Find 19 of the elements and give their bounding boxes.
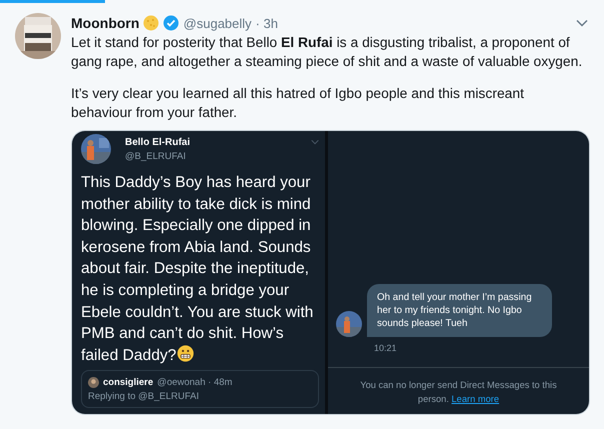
replying-to-text: Replying to @B_ELRUFAI (88, 391, 200, 402)
tweet-time[interactable]: · 3h (256, 16, 278, 30)
message-time: 10:21 (374, 343, 398, 353)
cookie-icon (143, 15, 160, 31)
author-handle[interactable]: @sugabelly (183, 16, 252, 30)
learn-more-link[interactable]: Learn more (452, 394, 500, 404)
author-handle: @oewonah · 48m (157, 377, 232, 388)
tweet-text: This Daddy’s Boy has heard your mother ability to take dick is mind blowing. Especially one dipped in kerosene from Abia land. Sounds about fair. Despite the ineptitude, he is completing a bridge your Ebele couldn’t. You are stuck with PMB and can’t do shit. How’s failed Daddy? (81, 173, 314, 366)
message-bubble: Oh and tell your mother I’m passing her to my friends tonight. No Igbo sounds please! Tueh (367, 284, 552, 337)
author-name[interactable]: Moonborn (71, 15, 140, 31)
grimacing-face-icon (177, 344, 194, 362)
tweet-text: It’s very clear you learned all this hatred of Igbo people and this miscreant behaviour from your father. (71, 84, 525, 122)
author-handle: @B_ELRUFAI (125, 151, 187, 162)
author-name: Bello El-Rufai (125, 137, 190, 148)
author-name: consigliere (103, 377, 154, 388)
tweet-text: Let it stand for posterity that Bello El Rufai is a disgusting tribalist, a proponent of gang rape, and altogether a steaming piece of shit and a waste of valuable oxygen. (71, 33, 583, 71)
notice-text: You can no longer send Direct Messages to this person. Learn more (359, 379, 558, 406)
chevron-down-icon (311, 139, 319, 145)
chevron-down-icon[interactable] (576, 19, 588, 27)
